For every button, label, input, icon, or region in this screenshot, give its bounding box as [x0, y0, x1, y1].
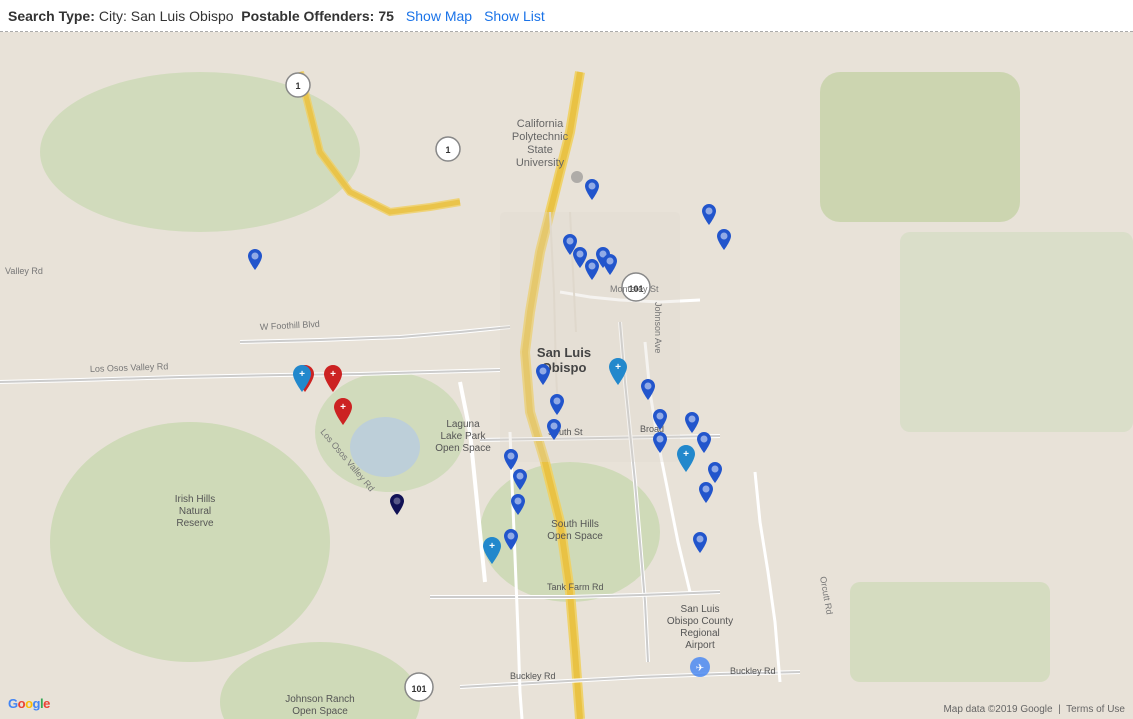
marker-1[interactable] [581, 179, 603, 207]
svg-text:San Luis: San Luis [537, 345, 591, 360]
marker-10[interactable] [532, 364, 554, 392]
marker-3[interactable] [713, 229, 735, 257]
svg-text:Reserve: Reserve [176, 518, 214, 529]
marker-20[interactable] [689, 532, 711, 560]
svg-text:State: State [527, 144, 553, 156]
svg-text:Johnson Ranch: Johnson Ranch [285, 694, 355, 705]
map-svg: 101 101 1 1 227 California Polytechnic S… [0, 32, 1133, 719]
map-copyright: Map data ©2019 Google | Terms of Use [943, 704, 1125, 715]
marker-red-plus[interactable]: + [330, 398, 356, 430]
marker-11[interactable] [546, 394, 568, 422]
svg-text:101: 101 [411, 684, 426, 694]
show-list-link[interactable]: Show List [484, 8, 545, 24]
svg-text:+: + [299, 369, 305, 380]
marker-12[interactable] [543, 419, 565, 447]
svg-text:Polytechnic: Polytechnic [512, 131, 569, 143]
marker-red-2[interactable]: + [320, 365, 346, 397]
svg-text:+: + [489, 541, 495, 552]
marker-15[interactable] [649, 432, 671, 460]
marker-dark-1[interactable] [386, 494, 408, 522]
svg-text:Valley Rd: Valley Rd [5, 266, 43, 276]
svg-text:Buckley Rd: Buckley Rd [510, 671, 556, 681]
map-area[interactable]: 101 101 1 1 227 California Polytechnic S… [0, 32, 1133, 719]
svg-text:California: California [517, 118, 564, 130]
marker-9[interactable] [244, 249, 266, 277]
svg-text:Buckley Rd: Buckley Rd [730, 666, 776, 676]
svg-text:1: 1 [445, 145, 450, 155]
svg-text:Regional: Regional [680, 628, 719, 639]
svg-text:Airport: Airport [685, 640, 715, 651]
search-header: Search Type: City: San Luis Obispo Posta… [0, 0, 1133, 32]
svg-text:+: + [683, 449, 689, 460]
svg-text:San Luis: San Luis [681, 604, 720, 615]
svg-text:+: + [340, 402, 346, 413]
svg-text:Open Space: Open Space [547, 531, 603, 542]
marker-cyan-2[interactable]: + [605, 358, 631, 390]
svg-text:University: University [516, 157, 565, 169]
svg-text:Obispo County: Obispo County [667, 616, 733, 627]
svg-text:Irish Hills: Irish Hills [175, 494, 216, 505]
postable-count: 75 [378, 8, 394, 24]
svg-text:Johnson Ave: Johnson Ave [653, 302, 663, 353]
marker-2[interactable] [698, 204, 720, 232]
marker-19[interactable] [695, 482, 717, 510]
search-type-label: Search Type: [8, 8, 95, 24]
svg-text:Lake Park: Lake Park [440, 431, 486, 442]
svg-text:✈: ✈ [696, 663, 704, 674]
marker-13[interactable] [637, 379, 659, 407]
svg-text:1: 1 [295, 81, 300, 91]
svg-text:Tank Farm Rd: Tank Farm Rd [547, 582, 604, 592]
svg-text:South Hills: South Hills [551, 519, 599, 530]
svg-text:Monterey St: Monterey St [610, 284, 659, 294]
svg-text:Laguna: Laguna [446, 419, 480, 430]
marker-cyan-1[interactable]: + [289, 365, 315, 397]
marker-17[interactable] [693, 432, 715, 460]
show-map-link[interactable]: Show Map [406, 8, 472, 24]
google-logo: Google [8, 696, 50, 711]
svg-text:Open Space: Open Space [435, 443, 491, 454]
marker-22[interactable] [509, 469, 531, 497]
postable-label: Postable Offenders: [241, 8, 374, 24]
marker-8[interactable] [599, 254, 621, 282]
marker-23[interactable] [507, 494, 529, 522]
svg-text:Natural: Natural [179, 506, 211, 517]
svg-text:Open Space: Open Space [292, 706, 348, 717]
svg-text:+: + [330, 369, 336, 380]
search-type-value: City: San Luis Obispo [99, 8, 234, 24]
marker-24[interactable] [500, 529, 522, 557]
svg-text:+: + [615, 362, 621, 373]
